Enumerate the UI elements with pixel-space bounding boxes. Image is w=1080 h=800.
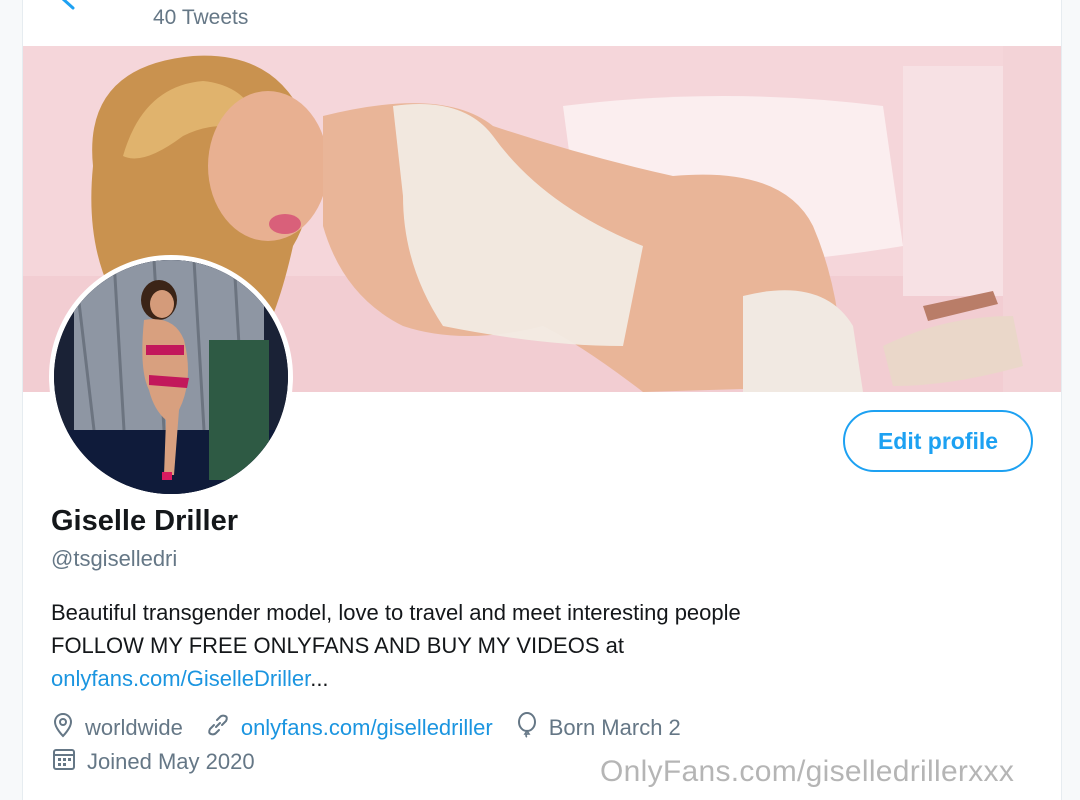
profile-meta-row: worldwide onlyfans.com/giselledriller Bo… bbox=[51, 712, 703, 744]
edit-profile-button[interactable]: Edit profile bbox=[843, 410, 1033, 472]
profile-avatar-photo[interactable] bbox=[49, 255, 293, 499]
website-link[interactable]: onlyfans.com/giselledriller bbox=[241, 715, 493, 741]
location-item: worldwide bbox=[51, 712, 183, 744]
bio-link[interactable]: onlyfans.com/GiselleDriller bbox=[51, 666, 310, 691]
balloon-icon bbox=[515, 712, 549, 744]
bio-line: onlyfans.com/GiselleDriller... bbox=[51, 662, 1051, 695]
watermark-text: OnlyFans.com/giselledrillerxxx bbox=[600, 755, 1015, 788]
display-name: Giselle Driller bbox=[51, 505, 238, 537]
joined-text: Joined May 2020 bbox=[87, 749, 255, 774]
arrow-left-icon[interactable] bbox=[57, 0, 83, 12]
birthday-item: Born March 2 bbox=[515, 712, 681, 744]
calendar-icon bbox=[51, 746, 87, 778]
birthday-text: Born March 2 bbox=[548, 715, 681, 740]
joined-item: Joined May 2020 bbox=[51, 746, 255, 778]
bio-line: Beautiful transgender model, love to tra… bbox=[51, 600, 741, 625]
top-header: 40 Tweets bbox=[23, 0, 1061, 44]
profile-card: 40 Tweets Edit profile Giselle Driller @… bbox=[22, 0, 1062, 800]
bio-ellipsis: ... bbox=[310, 666, 329, 691]
location-text: worldwide bbox=[85, 715, 183, 740]
bio-line: FOLLOW MY FREE ONLYFANS AND BUY MY VIDEO… bbox=[51, 633, 624, 658]
user-handle: @tsgiselledri bbox=[51, 546, 178, 571]
link-icon bbox=[205, 712, 241, 744]
tweet-count: 40 Tweets bbox=[153, 6, 249, 29]
website-item: onlyfans.com/giselledriller bbox=[205, 712, 493, 744]
profile-bio: Beautiful transgender model, love to tra… bbox=[51, 596, 1051, 695]
location-pin-icon bbox=[51, 712, 85, 744]
profile-meta-row: Joined May 2020 bbox=[51, 746, 277, 778]
page: 40 Tweets Edit profile Giselle Driller @… bbox=[0, 0, 1080, 800]
